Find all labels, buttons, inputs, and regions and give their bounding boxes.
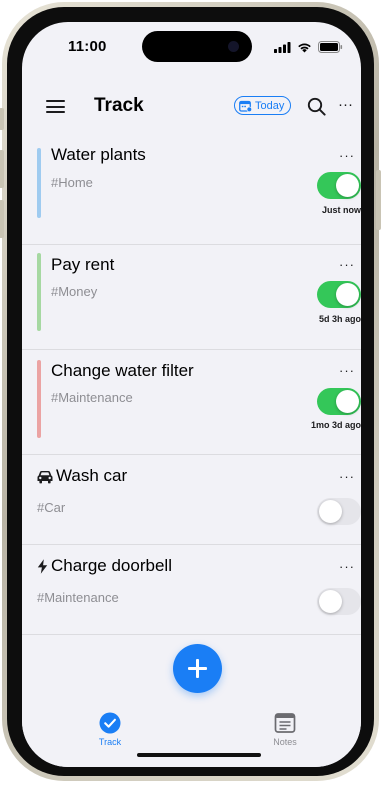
status-time: 11:00 bbox=[68, 38, 107, 55]
item-title: Charge doorbell bbox=[51, 556, 172, 575]
notes-icon bbox=[274, 713, 296, 733]
screen: 11:00 Track Today ··· Water plants #Home… bbox=[22, 22, 361, 767]
wifi-icon bbox=[298, 43, 311, 52]
volume-down-button bbox=[0, 200, 4, 238]
item-more-icon[interactable]: ··· bbox=[339, 559, 355, 574]
item-toggle[interactable] bbox=[317, 588, 361, 615]
item-more-icon[interactable]: ··· bbox=[339, 469, 355, 484]
list-item[interactable]: Charge doorbell #Maintenance ··· bbox=[22, 545, 361, 635]
tab-label: Track bbox=[98, 737, 122, 747]
calendar-icon bbox=[239, 100, 252, 112]
item-more-icon[interactable]: ··· bbox=[339, 363, 355, 378]
item-more-icon[interactable]: ··· bbox=[339, 148, 355, 163]
category-color-bar bbox=[37, 253, 41, 331]
category-color-bar bbox=[37, 360, 41, 438]
item-title: Wash car bbox=[56, 466, 128, 485]
battery-icon bbox=[318, 41, 343, 53]
action-button bbox=[0, 108, 4, 130]
item-tag: #Car bbox=[37, 500, 66, 515]
item-tag: #Money bbox=[51, 284, 98, 299]
list-item[interactable]: Change water filter #Maintenance ··· 1mo… bbox=[22, 350, 361, 455]
item-title: Water plants bbox=[51, 145, 146, 164]
tab-bar: Track Notes bbox=[22, 705, 361, 767]
checkmark-circle-icon bbox=[99, 712, 121, 734]
tab-notes[interactable]: Notes bbox=[255, 712, 315, 747]
item-tag: #Maintenance bbox=[37, 590, 119, 605]
category-color-bar bbox=[37, 148, 41, 218]
add-item-button[interactable] bbox=[173, 644, 222, 693]
status-icons bbox=[274, 41, 343, 53]
item-title-row: Wash car bbox=[37, 466, 127, 486]
today-label: Today bbox=[255, 99, 285, 112]
item-toggle[interactable] bbox=[317, 172, 361, 199]
camera-icon bbox=[228, 41, 239, 52]
item-title: Change water filter bbox=[51, 361, 194, 380]
tab-label: Notes bbox=[273, 737, 297, 747]
nav-header: Track Today ··· bbox=[22, 92, 361, 122]
hamburger-menu-icon[interactable] bbox=[46, 100, 65, 113]
last-done-time: 5d 3h ago bbox=[318, 314, 361, 324]
lightning-bolt-icon bbox=[37, 559, 48, 574]
list-item[interactable]: Pay rent #Money ··· 5d 3h ago bbox=[22, 245, 361, 350]
item-tag: #Home bbox=[51, 175, 93, 190]
car-icon bbox=[37, 470, 53, 483]
item-toggle[interactable] bbox=[317, 498, 361, 525]
signal-icon bbox=[274, 41, 291, 53]
tab-track[interactable]: Track bbox=[80, 712, 140, 747]
list-item[interactable]: Water plants #Home ··· Just now bbox=[22, 140, 361, 245]
item-title: Pay rent bbox=[51, 255, 115, 274]
more-options-icon[interactable]: ··· bbox=[338, 96, 353, 113]
device-bezel: 11:00 Track Today ··· Water plants #Home… bbox=[7, 7, 374, 776]
tracker-list: Water plants #Home ··· Just now Pay rent… bbox=[22, 140, 361, 635]
volume-up-button bbox=[0, 150, 4, 188]
device-frame: 11:00 Track Today ··· Water plants #Home… bbox=[0, 2, 381, 781]
last-done-time: Just now bbox=[321, 205, 361, 215]
search-icon[interactable] bbox=[307, 97, 326, 116]
item-title-row: Charge doorbell bbox=[37, 556, 172, 576]
item-tag: #Maintenance bbox=[51, 390, 133, 405]
today-button[interactable]: Today bbox=[234, 96, 292, 115]
dynamic-island bbox=[142, 31, 252, 62]
item-more-icon[interactable]: ··· bbox=[339, 257, 355, 272]
power-button bbox=[376, 170, 381, 230]
home-indicator bbox=[137, 753, 261, 757]
item-toggle[interactable] bbox=[317, 281, 361, 308]
list-item[interactable]: Wash car #Car ··· bbox=[22, 455, 361, 545]
item-toggle[interactable] bbox=[317, 388, 361, 415]
page-title: Track bbox=[94, 95, 144, 116]
last-done-time: 1mo 3d ago bbox=[310, 420, 361, 430]
